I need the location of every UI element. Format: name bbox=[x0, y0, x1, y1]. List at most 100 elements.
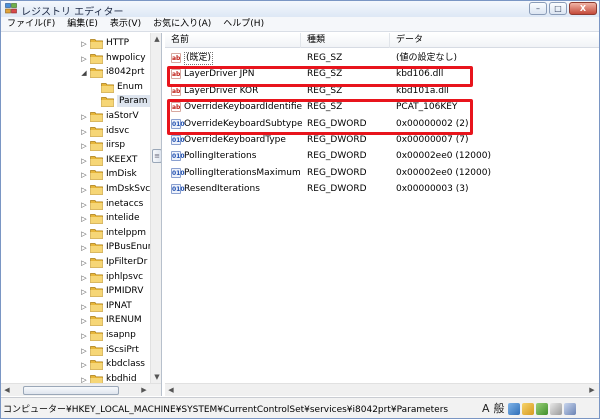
expand-arrow-icon[interactable]: ▷ bbox=[80, 274, 88, 282]
caps-lock-icon[interactable] bbox=[563, 402, 576, 415]
ime-input-mode[interactable]: A bbox=[481, 401, 491, 416]
tree-vertical-scrollbar[interactable]: ▲ ≡ ▼ bbox=[150, 33, 161, 383]
expand-arrow-icon[interactable]: ▷ bbox=[80, 376, 88, 383]
value-row[interactable]: ab OverrideKeyboardIdentifier REG_SZ PCAT_1… bbox=[165, 99, 599, 115]
folder-icon bbox=[90, 39, 103, 49]
expand-arrow-icon[interactable]: ▷ bbox=[80, 215, 88, 223]
expand-arrow-icon[interactable]: ▷ bbox=[80, 40, 88, 48]
tree-item[interactable]: ▷ idsvc bbox=[1, 124, 150, 139]
value-data: 0x00000003 (3) bbox=[396, 184, 469, 195]
tree-item[interactable]: ▷ isapnp bbox=[1, 328, 150, 343]
window-controls: – □ X bbox=[529, 2, 597, 16]
tree-horizontal-scrollbar[interactable]: ◀ ▶ bbox=[1, 383, 161, 396]
tree-item[interactable]: ▷ iphlpsvc bbox=[1, 270, 150, 285]
tree-item[interactable]: ▷ IPNAT bbox=[1, 299, 150, 314]
tree-item[interactable]: ▷ hwpolicy bbox=[1, 51, 150, 66]
expand-arrow-icon[interactable]: ▷ bbox=[80, 186, 88, 194]
collapse-arrow-icon[interactable]: ◢ bbox=[80, 69, 88, 77]
expand-arrow-icon[interactable]: ▷ bbox=[80, 230, 88, 238]
scroll-right-arrow-icon[interactable]: ▶ bbox=[586, 384, 598, 396]
ime-settings-icon[interactable] bbox=[549, 402, 562, 415]
minimize-button[interactable]: – bbox=[529, 2, 547, 15]
expand-arrow-icon[interactable]: ▷ bbox=[80, 332, 88, 340]
tree-item[interactable]: ▷ ImDisk bbox=[1, 167, 150, 182]
tree-item[interactable]: ▷ kbdclass bbox=[1, 357, 150, 372]
expand-arrow-icon[interactable]: ▷ bbox=[80, 288, 88, 296]
expand-arrow-icon[interactable]: ▷ bbox=[80, 113, 88, 121]
expand-arrow-icon[interactable]: ▷ bbox=[80, 347, 88, 355]
tree-item-label: i8042prt bbox=[106, 67, 145, 78]
tree-item[interactable]: ▷ ImDskSvc bbox=[1, 182, 150, 197]
menu-file[interactable]: ファイル(F) bbox=[1, 17, 61, 31]
expand-arrow-icon[interactable]: ▷ bbox=[80, 259, 88, 267]
menu-edit[interactable]: 編集(E) bbox=[61, 17, 104, 31]
tree-item[interactable]: ▷ iaStorV bbox=[1, 109, 150, 124]
expand-arrow-icon[interactable]: ▷ bbox=[80, 361, 88, 369]
value-row[interactable]: 010 PollingIterations REG_DWORD 0x00002ee0 … bbox=[165, 148, 599, 164]
tree-item-label: hwpolicy bbox=[106, 52, 146, 63]
tree-item[interactable]: ◢ i8042prt bbox=[1, 65, 150, 80]
tree-item[interactable]: ▷ IRENUM bbox=[1, 313, 150, 328]
tree-item[interactable]: ▷ IPBusEnur bbox=[1, 240, 150, 255]
value-row[interactable]: ab LayerDriver JPN REG_SZ kbd106.dll bbox=[165, 66, 599, 82]
title-bar[interactable]: レジストリ エディター – □ X bbox=[1, 1, 599, 18]
tree-scroll-thumb[interactable]: ≡ bbox=[152, 149, 161, 163]
tree-item[interactable]: ▷ intelide bbox=[1, 211, 150, 226]
menu-help[interactable]: ヘルプ(H) bbox=[217, 17, 270, 31]
tree-item-label: IPNAT bbox=[106, 300, 132, 311]
tree-hscroll-thumb[interactable] bbox=[23, 386, 119, 395]
column-header-type[interactable]: 種類 bbox=[301, 33, 390, 48]
value-row[interactable]: 010 OverrideKeyboardType REG_DWORD 0x000000… bbox=[165, 132, 599, 148]
folder-icon bbox=[90, 199, 103, 210]
ime-pad-icon[interactable] bbox=[507, 402, 520, 415]
tree-item[interactable]: ▷ iirsp bbox=[1, 138, 150, 153]
menu-favorites[interactable]: お気に入り(A) bbox=[147, 17, 217, 31]
ime-conversion-mode[interactable]: 般 bbox=[493, 401, 506, 416]
value-row[interactable]: ab LayerDriver KOR REG_SZ kbd101a.dll bbox=[165, 83, 599, 99]
grip-icon: ≡ bbox=[154, 152, 160, 160]
expand-arrow-icon[interactable]: ▷ bbox=[80, 55, 88, 63]
column-header-data[interactable]: データ bbox=[390, 33, 599, 48]
tree-item-label: IpFilterDr bbox=[106, 257, 148, 267]
scroll-down-arrow-icon[interactable]: ▼ bbox=[151, 371, 161, 383]
expand-arrow-icon[interactable]: ▷ bbox=[80, 128, 88, 136]
tree-item[interactable]: ▷ intelppm bbox=[1, 226, 150, 241]
scroll-left-arrow-icon[interactable]: ◀ bbox=[1, 384, 13, 396]
scroll-right-arrow-icon[interactable]: ▶ bbox=[138, 384, 150, 396]
expand-arrow-icon[interactable]: ▷ bbox=[80, 171, 88, 179]
list-horizontal-scrollbar[interactable]: ◀ ▶ bbox=[165, 383, 599, 396]
menu-view[interactable]: 表示(V) bbox=[104, 17, 147, 31]
window-title: レジストリ エディター bbox=[21, 7, 124, 18]
ime-tools-icon[interactable] bbox=[521, 402, 534, 415]
expand-arrow-icon[interactable]: ▷ bbox=[80, 142, 88, 150]
maximize-button[interactable]: □ bbox=[549, 2, 567, 15]
tree-item[interactable]: ▷ HTTP bbox=[1, 36, 150, 51]
expand-arrow-icon[interactable]: ▷ bbox=[80, 244, 88, 252]
expand-arrow-icon[interactable]: ▷ bbox=[80, 303, 88, 311]
value-row[interactable]: 010 PollingIterationsMaximum REG_DWORD 0x00… bbox=[165, 165, 599, 181]
expand-arrow-icon[interactable]: ▷ bbox=[80, 317, 88, 325]
value-data: 0x00000007 (7) bbox=[396, 135, 469, 145]
tree-item[interactable]: Param bbox=[1, 94, 150, 109]
tree-item-label: IPMIDRV bbox=[106, 286, 144, 297]
scroll-up-arrow-icon[interactable]: ▲ bbox=[151, 33, 161, 45]
scroll-left-arrow-icon[interactable]: ◀ bbox=[165, 384, 177, 396]
tree-item[interactable]: ▷ inetaccs bbox=[1, 197, 150, 212]
tree-item[interactable]: ▷ kbdhid bbox=[1, 372, 150, 383]
value-row[interactable]: ab (既定) REG_SZ (値の設定なし) bbox=[165, 50, 599, 66]
list-header: 名前 種類 データ bbox=[165, 33, 599, 48]
value-row[interactable]: 010 OverrideKeyboardSubtype REG_DWORD 0x000… bbox=[165, 116, 599, 132]
value-type: REG_DWORD bbox=[307, 167, 367, 178]
ime-language-bar[interactable]: A 般 bbox=[481, 400, 597, 417]
tree-item[interactable]: ▷ IPMIDRV bbox=[1, 284, 150, 299]
expand-arrow-icon[interactable]: ▷ bbox=[80, 201, 88, 209]
column-header-name[interactable]: 名前 bbox=[165, 33, 301, 48]
close-button[interactable]: X bbox=[569, 2, 597, 15]
tree-item[interactable]: ▷ IpFilterDr bbox=[1, 255, 150, 270]
tree-item[interactable]: ▷ iScsiPrt bbox=[1, 343, 150, 358]
tree-item[interactable]: ▷ IKEEXT bbox=[1, 153, 150, 168]
expand-arrow-icon[interactable]: ▷ bbox=[80, 157, 88, 165]
value-row[interactable]: 010 ResendIterations REG_DWORD 0x00000003 (… bbox=[165, 181, 599, 197]
tree-item[interactable]: Enum bbox=[1, 80, 150, 95]
ime-dictionary-icon[interactable] bbox=[535, 402, 548, 415]
